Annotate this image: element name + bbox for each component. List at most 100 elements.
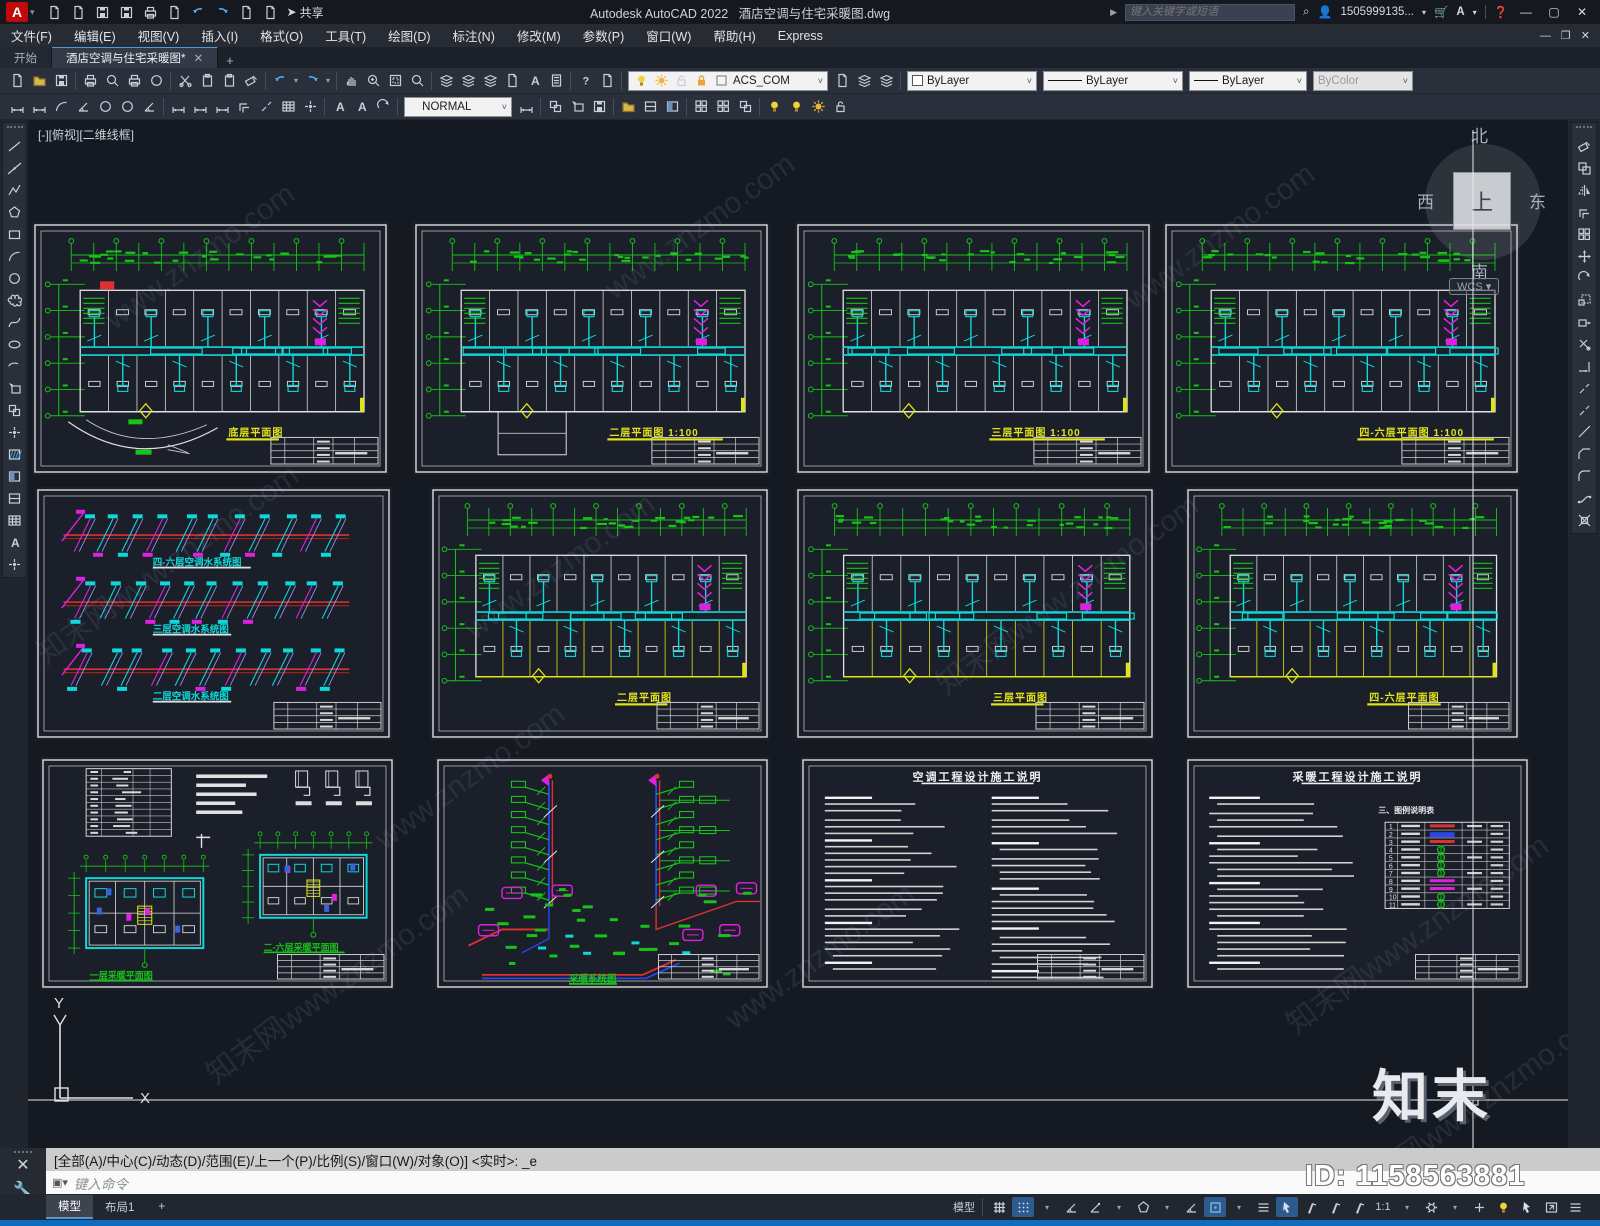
plot-icon[interactable] bbox=[79, 70, 101, 92]
menu-item-2[interactable]: 视图(V) bbox=[127, 24, 191, 47]
xattach-icon[interactable] bbox=[617, 96, 639, 118]
dimbreak-icon[interactable] bbox=[255, 96, 277, 118]
isolateobj-icon[interactable] bbox=[763, 96, 785, 118]
status-osnap-icon[interactable] bbox=[1204, 1197, 1226, 1217]
layerstate-icon[interactable] bbox=[875, 70, 897, 92]
customize-caret-icon[interactable] bbox=[235, 2, 259, 22]
status-model-toggle[interactable]: 模型 bbox=[951, 1197, 977, 1217]
sqbox-icon[interactable] bbox=[713, 73, 729, 89]
gradient-icon[interactable] bbox=[4, 465, 26, 487]
new-file-icon[interactable] bbox=[43, 2, 67, 22]
polygon-icon[interactable] bbox=[4, 201, 26, 223]
menu-item-1[interactable]: 编辑(E) bbox=[63, 24, 127, 47]
extend-icon[interactable] bbox=[1573, 355, 1595, 377]
maximize-button[interactable]: ▢ bbox=[1544, 5, 1564, 19]
dimbaseline-icon[interactable] bbox=[189, 96, 211, 118]
status-plus-icon[interactable] bbox=[1468, 1197, 1490, 1217]
search-expand-icon[interactable]: ▶ bbox=[1110, 7, 1117, 18]
dimdiameter-icon[interactable] bbox=[116, 96, 138, 118]
chamfer-icon[interactable] bbox=[1573, 443, 1595, 465]
print-preview-icon[interactable] bbox=[163, 2, 187, 22]
autocad-logo-icon[interactable]: A bbox=[6, 2, 28, 22]
blend-icon[interactable] bbox=[1573, 487, 1595, 509]
menu-item-9[interactable]: 参数(P) bbox=[572, 24, 636, 47]
status-otrack-icon[interactable] bbox=[1180, 1197, 1202, 1217]
dimlinear-icon[interactable] bbox=[6, 96, 28, 118]
hideobj-icon[interactable] bbox=[785, 96, 807, 118]
redo-icon[interactable] bbox=[211, 2, 235, 22]
cut-icon[interactable] bbox=[174, 70, 196, 92]
spline-icon[interactable] bbox=[4, 311, 26, 333]
account-name[interactable]: 1505999135... bbox=[1340, 6, 1414, 18]
redo-icon[interactable] bbox=[301, 70, 323, 92]
preview-icon[interactable] bbox=[101, 70, 123, 92]
menu-item-0[interactable]: 文件(F) bbox=[0, 24, 63, 47]
endiso-icon[interactable] bbox=[829, 96, 851, 118]
logo-caret-icon[interactable]: ▾ bbox=[30, 7, 35, 18]
stretch-icon[interactable] bbox=[1573, 311, 1595, 333]
doc-restore-button[interactable]: ❐ bbox=[1561, 29, 1571, 42]
join-icon[interactable] bbox=[1573, 421, 1595, 443]
region-icon[interactable] bbox=[4, 487, 26, 509]
save-icon[interactable] bbox=[91, 2, 115, 22]
calc-icon[interactable] bbox=[545, 70, 567, 92]
xline-icon[interactable] bbox=[4, 157, 26, 179]
layers-icon[interactable] bbox=[831, 70, 853, 92]
status-perf-icon[interactable] bbox=[1516, 1197, 1538, 1217]
sheetset-icon[interactable] bbox=[501, 70, 523, 92]
user-icon[interactable]: 👤 bbox=[1318, 5, 1333, 19]
groupsel-icon[interactable] bbox=[712, 96, 734, 118]
offset-icon[interactable] bbox=[1573, 201, 1595, 223]
blockinsert-icon[interactable] bbox=[566, 96, 588, 118]
groupbox-icon[interactable] bbox=[734, 96, 756, 118]
status-snap-icon[interactable] bbox=[1012, 1197, 1034, 1217]
minimize-button[interactable]: — bbox=[1516, 5, 1536, 19]
dimarc-icon[interactable] bbox=[50, 96, 72, 118]
zoomwin-icon[interactable] bbox=[384, 70, 406, 92]
doc-minimize-button[interactable]: — bbox=[1540, 30, 1551, 42]
menu-item-3[interactable]: 插入(I) bbox=[190, 24, 249, 47]
search-icon[interactable]: ⌕ bbox=[1303, 6, 1309, 19]
status-caret-icon[interactable]: ▾ bbox=[1108, 1197, 1130, 1217]
pointstyle-icon[interactable] bbox=[4, 553, 26, 575]
account-caret-icon[interactable]: ▾ bbox=[1422, 8, 1426, 17]
explode-icon[interactable] bbox=[1573, 509, 1595, 531]
status-caret-icon[interactable]: ▾ bbox=[1156, 1197, 1178, 1217]
circle-icon[interactable] bbox=[4, 267, 26, 289]
showobj-icon[interactable] bbox=[807, 96, 829, 118]
lineweight-combo[interactable]: ByLayer ˅ bbox=[1189, 70, 1307, 91]
undo-icon[interactable] bbox=[269, 70, 291, 92]
app-store-cart-icon[interactable]: 🛒 bbox=[1434, 5, 1448, 19]
layout-tab-模型[interactable]: 模型 bbox=[46, 1195, 93, 1219]
rotate-icon[interactable] bbox=[1573, 267, 1595, 289]
xadjust-icon[interactable] bbox=[661, 96, 683, 118]
status-isodraft-icon[interactable] bbox=[1132, 1197, 1154, 1217]
wcs-dropdown[interactable]: WCS ▾ bbox=[1449, 278, 1500, 295]
insblock-icon[interactable] bbox=[4, 377, 26, 399]
table-icon[interactable] bbox=[4, 509, 26, 531]
status-grid-icon[interactable] bbox=[988, 1197, 1010, 1217]
hatch-icon[interactable] bbox=[4, 443, 26, 465]
pan-icon[interactable] bbox=[340, 70, 362, 92]
lock-icon[interactable] bbox=[693, 73, 709, 89]
status-caret-icon[interactable]: ▾ bbox=[1396, 1197, 1418, 1217]
menu-item-11[interactable]: 帮助(H) bbox=[702, 24, 766, 47]
zoomprev-icon[interactable] bbox=[406, 70, 428, 92]
layerprev-icon[interactable] bbox=[853, 70, 875, 92]
zoom-icon[interactable] bbox=[362, 70, 384, 92]
menu-item-7[interactable]: 标注(N) bbox=[442, 24, 506, 47]
undo-icon[interactable] bbox=[187, 2, 211, 22]
copyobj-icon[interactable] bbox=[1573, 157, 1595, 179]
status-isolate-icon[interactable] bbox=[1492, 1197, 1514, 1217]
help-icon[interactable]: ❓ bbox=[1494, 5, 1508, 19]
layermgr-icon[interactable] bbox=[457, 70, 479, 92]
dimcontinue-icon[interactable] bbox=[211, 96, 233, 118]
dimangular-icon[interactable] bbox=[138, 96, 160, 118]
xclip-icon[interactable] bbox=[639, 96, 661, 118]
menu-item-5[interactable]: 工具(T) bbox=[314, 24, 377, 47]
share-button[interactable]: ➤ 共享 bbox=[287, 4, 324, 21]
model-space-canvas[interactable]: [-][俯视][二维线框] 北 西 东 南 上 WCS ▾ 底层平面图 二层平面图… bbox=[28, 120, 1568, 1148]
viewcube-west[interactable]: 西 bbox=[1417, 188, 1434, 213]
viewcube-top-face[interactable]: 上 bbox=[1453, 172, 1511, 230]
status-polar-icon[interactable] bbox=[1084, 1197, 1106, 1217]
